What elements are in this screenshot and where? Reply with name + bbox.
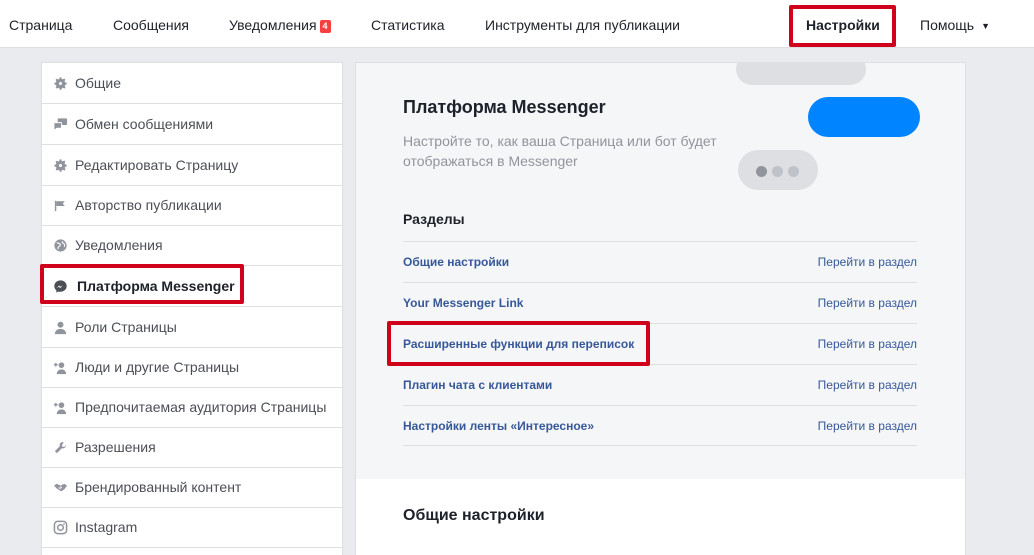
wrench-icon (54, 441, 67, 454)
person-add-icon (53, 402, 67, 415)
gear-icon (54, 77, 67, 90)
section-row-general-settings: Общие настройки Перейти в раздел (403, 241, 917, 282)
sidebar-item-label: Уведомления (75, 237, 163, 253)
sidebar-item-label: Instagram (75, 519, 138, 535)
typing-dot (788, 166, 799, 177)
chevron-down-icon: ▼ (981, 21, 990, 31)
sidebar-item-label: Платформа Messenger (77, 278, 235, 294)
go-to-section-link[interactable]: Перейти в раздел (818, 324, 917, 364)
nav-tab-notifications[interactable]: Уведомления 4 (229, 0, 331, 48)
section-row-advanced-messaging: Расширенные функции для переписок Перейт… (403, 323, 917, 364)
sidebar-item-preferred-audience[interactable]: Предпочитаемая аудитория Страницы (42, 387, 342, 428)
handshake-icon (53, 483, 68, 492)
sidebar-item-permissions[interactable]: Разрешения (42, 427, 342, 468)
chat-icon (53, 118, 68, 132)
nav-tab-messages[interactable]: Сообщения (113, 0, 189, 48)
sections-heading: Разделы (403, 211, 465, 227)
chat-bubble-illustration (808, 97, 920, 137)
sidebar-item-messaging[interactable]: Обмен сообщениями (42, 104, 342, 145)
page-top-nav: Страница Сообщения Уведомления 4 Статисти… (0, 0, 1034, 48)
messenger-icon (54, 280, 67, 293)
typing-indicator-illustration (738, 150, 818, 190)
sidebar-item-label: Обмен сообщениями (75, 116, 214, 132)
nav-tab-page[interactable]: Страница (9, 0, 72, 48)
general-settings-heading: Общие настройки (403, 507, 545, 524)
sidebar-item-people-other-pages[interactable]: Люди и другие Страницы (42, 347, 342, 388)
sidebar-item-general[interactable]: Общие (42, 63, 342, 104)
sidebar-item-label: Предпочитаемая аудитория Страницы (75, 399, 327, 415)
typing-dot (772, 166, 783, 177)
sidebar-item-instagram[interactable]: Instagram (42, 507, 342, 548)
section-row-customer-chat-plugin: Плагин чата с клиентами Перейти в раздел (403, 364, 917, 405)
nav-tab-insights-label: Статистика (371, 17, 445, 33)
nav-tab-settings[interactable]: Настройки (806, 0, 880, 48)
notifications-badge: 4 (319, 20, 331, 33)
person-add-icon (53, 362, 67, 375)
nav-help-label: Помощь (920, 17, 975, 33)
page-description: Настройте то, как ваша Страница или бот … (403, 133, 717, 169)
chat-bubble-illustration (736, 63, 866, 85)
messenger-platform-header: Платформа Messenger Настройте то, как ва… (356, 63, 965, 479)
sidebar-item-label: Разрешения (75, 439, 156, 455)
sidebar-item-label: Авторство публикации (75, 197, 222, 213)
sidebar-item-label: Общие (75, 75, 122, 91)
section-row-discover-settings: Настройки ленты «Интересное» Перейти в р… (403, 405, 917, 446)
nav-tab-insights[interactable]: Статистика (371, 0, 445, 48)
section-link-general-settings[interactable]: Общие настройки (403, 242, 509, 282)
typing-dot (756, 166, 767, 177)
section-link-messenger-link[interactable]: Your Messenger Link (403, 283, 523, 323)
instagram-icon (53, 520, 68, 535)
flag-icon (54, 200, 65, 212)
sidebar-item-branded-content[interactable]: Брендированный контент (42, 467, 342, 508)
sidebar-item-notifications[interactable]: Уведомления (42, 225, 342, 266)
nav-tab-publishing-tools[interactable]: Инструменты для публикации (485, 0, 680, 48)
page-title: Платформа Messenger (403, 97, 606, 117)
nav-tab-notifications-label: Уведомления (229, 17, 317, 33)
nav-tab-publishing-tools-label: Инструменты для публикации (485, 17, 680, 33)
sidebar-item-edit-page[interactable]: Редактировать Страницу (42, 145, 342, 186)
messenger-platform-panel: Платформа Messenger Настройте то, как ва… (355, 62, 966, 555)
sidebar-item-messenger-platform[interactable]: Платформа Messenger (42, 266, 342, 307)
nav-tab-page-label: Страница (9, 17, 73, 33)
go-to-section-link[interactable]: Перейти в раздел (818, 242, 917, 282)
gear-icon (54, 159, 67, 172)
settings-sidebar: Общие Обмен сообщениями Редактировать Ст… (41, 62, 343, 555)
sidebar-item-post-attribution[interactable]: Авторство публикации (42, 185, 342, 226)
section-link-advanced-messaging[interactable]: Расширенные функции для переписок (403, 324, 634, 364)
sidebar-item-page-roles[interactable]: Роли Страницы (42, 307, 342, 348)
go-to-section-link[interactable]: Перейти в раздел (818, 406, 917, 446)
sidebar-item-label: Брендированный контент (75, 479, 242, 495)
nav-tab-messages-label: Сообщения (113, 17, 189, 33)
section-row-messenger-link: Your Messenger Link Перейти в раздел (403, 282, 917, 323)
globe-icon (54, 239, 67, 252)
nav-tab-settings-label: Настройки (806, 17, 880, 33)
nav-help-menu[interactable]: Помощь ▼ (920, 0, 990, 48)
sidebar-item-label: Роли Страницы (75, 319, 177, 335)
person-icon (54, 321, 67, 335)
go-to-section-link[interactable]: Перейти в раздел (818, 283, 917, 323)
section-link-customer-chat-plugin[interactable]: Плагин чата с клиентами (403, 365, 552, 405)
go-to-section-link[interactable]: Перейти в раздел (818, 365, 917, 405)
section-link-discover-settings[interactable]: Настройки ленты «Интересное» (403, 406, 594, 446)
sidebar-item-label: Люди и другие Страницы (75, 359, 240, 375)
sidebar-item-label: Редактировать Страницу (75, 157, 239, 173)
